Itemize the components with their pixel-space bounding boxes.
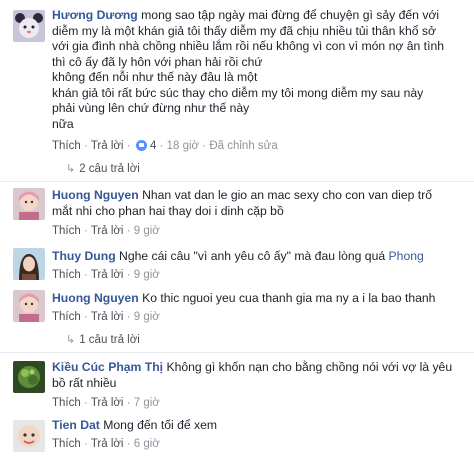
- like-reaction-icon[interactable]: [135, 140, 147, 151]
- like-link[interactable]: Thích: [52, 397, 81, 409]
- timestamp[interactable]: 9 giờ: [134, 311, 160, 323]
- comment-actions: Thích · Trả lời · 6 giờ: [52, 438, 160, 450]
- timestamp[interactable]: 9 giờ: [134, 269, 160, 281]
- comment-body: Ko thic nguoi yeu cua thanh gia ma ny a …: [142, 291, 436, 305]
- reaction-count[interactable]: 4: [150, 140, 156, 152]
- comment-body: Nghe cái câu "vì anh yêu cô ấy" mà đau l…: [119, 249, 386, 263]
- like-link[interactable]: Thích: [52, 140, 81, 152]
- comment-author[interactable]: Hương Dương: [52, 8, 138, 22]
- reply-link[interactable]: Trả lời: [91, 311, 124, 323]
- reply-link[interactable]: Trả lời: [91, 269, 124, 281]
- mention-link[interactable]: Phong: [389, 249, 424, 263]
- comment-actions: Thích · Trả lời · 9 giờ: [52, 311, 160, 323]
- avatar[interactable]: [13, 248, 45, 280]
- view-replies[interactable]: ↳ 2 câu trả lời: [66, 162, 140, 176]
- avatar[interactable]: [13, 420, 45, 452]
- timestamp[interactable]: 6 giờ: [134, 438, 160, 450]
- reply-arrow-icon: ↳: [66, 334, 76, 346]
- avatar[interactable]: [13, 361, 45, 393]
- reply-link[interactable]: Trả lời: [91, 438, 124, 450]
- comment-author[interactable]: Huong Nguyen: [52, 291, 139, 305]
- profile-photo-icon: [13, 10, 45, 42]
- reply-link[interactable]: Trả lời: [91, 225, 124, 237]
- comment-body: Mong đến tối để xem: [103, 418, 218, 432]
- reply-link[interactable]: Trả lời: [91, 140, 124, 152]
- comment-text: Thuy Dung Nghe cái câu "vì anh yêu cô ấy…: [52, 249, 472, 265]
- like-link[interactable]: Thích: [52, 225, 81, 237]
- profile-photo-icon: [13, 420, 45, 452]
- comment-author[interactable]: Tien Dat: [52, 418, 100, 432]
- replies-count[interactable]: 2 câu trả lời: [79, 163, 140, 175]
- view-replies[interactable]: ↳ 1 câu trả lời: [66, 333, 140, 347]
- edited-label[interactable]: Đã chỉnh sửa: [209, 140, 277, 152]
- comment-actions: Thích · Trả lời · 9 giờ: [52, 225, 160, 237]
- profile-photo-icon: [13, 290, 45, 322]
- comment-author[interactable]: Thuy Dung: [52, 249, 116, 263]
- comment-text: Tien Dat Mong đến tối để xem: [52, 418, 472, 434]
- profile-photo-icon: [13, 361, 45, 393]
- comment-text: Huong Nguyen Nhan vat dan le gio an mac …: [52, 188, 472, 219]
- like-link[interactable]: Thích: [52, 269, 81, 281]
- comment-text: Huong Nguyen Ko thic nguoi yeu cua thanh…: [52, 291, 472, 307]
- avatar[interactable]: [13, 10, 45, 42]
- reply-arrow-icon: ↳: [66, 163, 76, 175]
- divider: [0, 181, 474, 182]
- timestamp[interactable]: 7 giờ: [134, 397, 160, 409]
- comment-author[interactable]: Huong Nguyen: [52, 188, 139, 202]
- like-link[interactable]: Thích: [52, 311, 81, 323]
- avatar[interactable]: [13, 188, 45, 220]
- profile-photo-icon: [13, 248, 45, 280]
- replies-count[interactable]: 1 câu trả lời: [79, 334, 140, 346]
- timestamp[interactable]: 9 giờ: [134, 225, 160, 237]
- comment-actions: Thích · Trả lời · 4 · 18 giờ · Đã chỉnh …: [52, 140, 278, 152]
- timestamp[interactable]: 18 giờ: [167, 140, 199, 152]
- divider: [0, 352, 474, 353]
- profile-photo-icon: [13, 188, 45, 220]
- like-link[interactable]: Thích: [52, 438, 81, 450]
- comment-actions: Thích · Trả lời · 7 giờ: [52, 397, 160, 409]
- avatar[interactable]: [13, 290, 45, 322]
- comment-text: Hương Dương mong sao tập ngày mai đừng đ…: [52, 8, 472, 132]
- comment-author[interactable]: Kiều Cúc Phạm Thị: [52, 360, 163, 374]
- comment-body: mong sao tập ngày mai đừng để chuyện gì …: [52, 8, 445, 131]
- reply-link[interactable]: Trả lời: [91, 397, 124, 409]
- comment-text: Kiều Cúc Phạm Thị Không gì khốn nạn cho …: [52, 360, 472, 391]
- comment-actions: Thích · Trả lời · 9 giờ: [52, 269, 160, 281]
